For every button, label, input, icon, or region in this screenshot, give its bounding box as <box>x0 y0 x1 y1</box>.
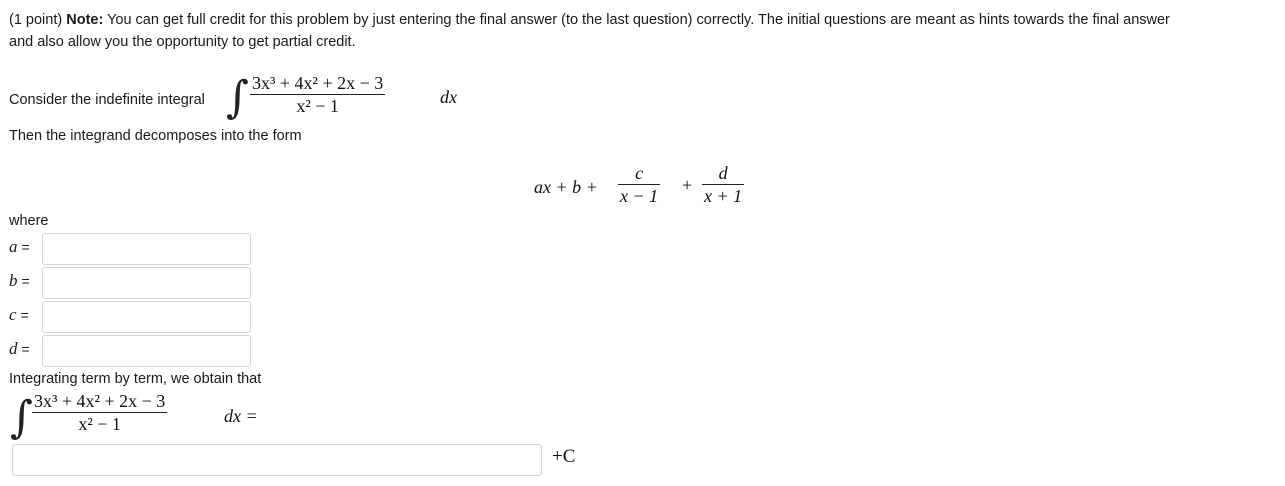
integrand-fraction: 3x³ + 4x² + 2x − 3 x² − 1 <box>250 72 386 117</box>
c-answer-input[interactable] <box>42 301 251 333</box>
form-c-numerator: c <box>635 163 644 183</box>
consider-label: Consider the indefinite integral <box>9 92 205 108</box>
form-fraction-c: c x − 1 <box>618 162 661 207</box>
b-equals: = <box>21 273 30 289</box>
d-answer-input[interactable] <box>42 335 251 367</box>
form-plus: + <box>682 175 693 195</box>
problem-note: (1 point) Note: You can get full credit … <box>9 10 1170 30</box>
note-text: You can get full credit for this problem… <box>103 12 1170 28</box>
points-label: (1 point) <box>9 12 63 28</box>
integral-sign: ∫ <box>226 72 249 123</box>
note-text-line2: and also allow you the opportunity to ge… <box>9 34 356 50</box>
note-label: Note: <box>66 12 104 28</box>
b-answer-input[interactable] <box>42 267 251 299</box>
d-equals: = <box>21 341 30 357</box>
b-label: b <box>9 271 18 290</box>
form-d-denominator: x + 1 <box>704 186 743 206</box>
a-equals: = <box>21 239 30 255</box>
c-label-row: c = <box>9 305 29 325</box>
d-label: d <box>9 339 18 358</box>
integrand-numerator: 3x³ + 4x² + 2x − 3 <box>252 73 384 93</box>
d-label-row: d = <box>9 339 30 359</box>
plus-c-label: +C <box>552 446 576 467</box>
form-fraction-d: d x + 1 <box>702 162 745 207</box>
b-label-row: b = <box>9 271 30 291</box>
final-answer-input[interactable] <box>12 444 542 476</box>
where-label: where <box>9 213 49 229</box>
integrand-denominator: x² − 1 <box>296 96 339 116</box>
a-answer-input[interactable] <box>42 233 251 265</box>
final-integrand-denominator: x² − 1 <box>78 414 121 434</box>
final-integrand-numerator: 3x³ + 4x² + 2x − 3 <box>34 391 166 411</box>
final-integrand-fraction: 3x³ + 4x² + 2x − 3 x² − 1 <box>32 390 168 435</box>
c-equals: = <box>20 307 29 323</box>
form-d-numerator: d <box>718 163 728 183</box>
a-label: a <box>9 237 18 256</box>
final-integral-sign: ∫ <box>10 392 33 443</box>
c-label: c <box>9 305 17 324</box>
then-label: Then the integrand decomposes into the f… <box>9 128 302 144</box>
final-dx-equals: dx = <box>224 406 258 426</box>
integrating-label: Integrating term by term, we obtain that <box>9 371 262 387</box>
a-label-row: a = <box>9 237 30 257</box>
form-lead: ax + b + <box>534 177 598 197</box>
form-c-denominator: x − 1 <box>620 186 659 206</box>
dx-label: dx <box>440 87 457 107</box>
